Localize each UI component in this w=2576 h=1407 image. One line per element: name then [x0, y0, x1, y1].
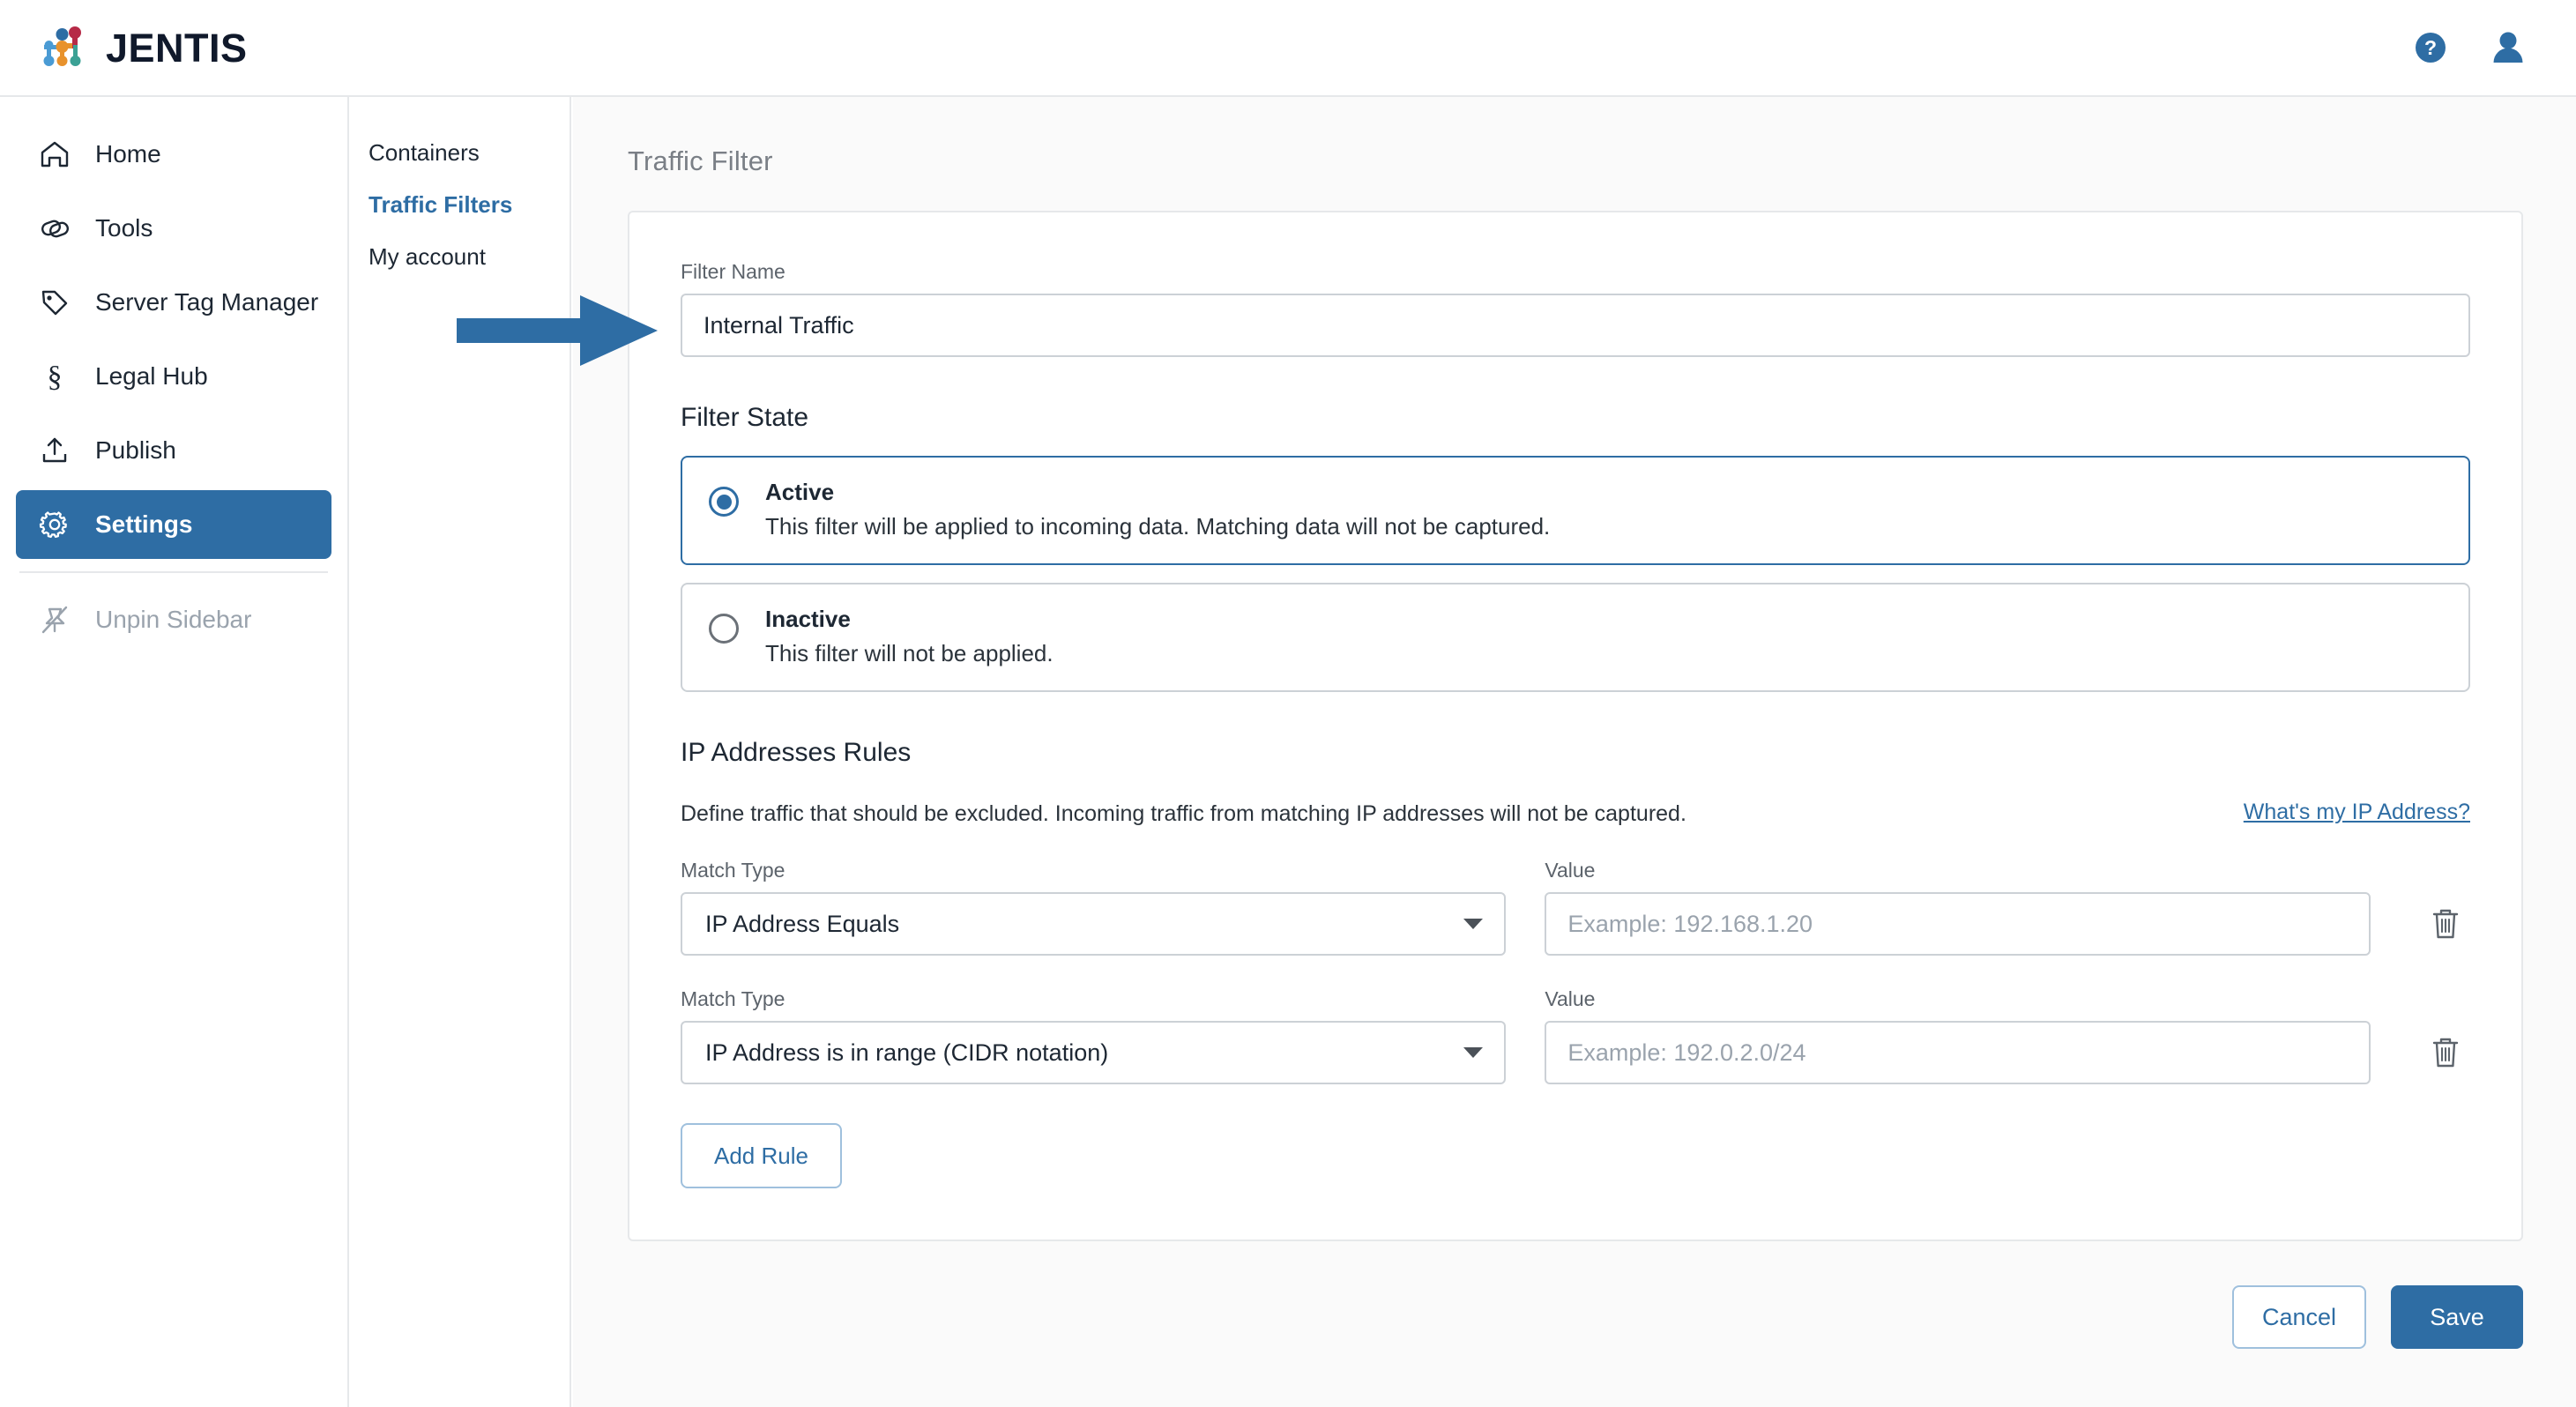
- sidebar-item-label: Legal Hub: [95, 362, 208, 391]
- radio-text-block: Active This filter will be applied to in…: [765, 479, 1550, 540]
- sidebar-item-label: Publish: [95, 436, 176, 465]
- match-type-group: Match Type IP Address Equals: [681, 859, 1506, 956]
- sidebar-divider: [19, 571, 328, 573]
- ip-rules-description: Define traffic that should be excluded. …: [681, 801, 1686, 827]
- sidebar-item-server-tag-manager[interactable]: Server Tag Manager: [16, 268, 331, 337]
- save-button[interactable]: Save: [2391, 1285, 2523, 1349]
- subnav-item-traffic-filters[interactable]: Traffic Filters: [369, 191, 570, 219]
- svg-text:§: §: [48, 361, 63, 393]
- match-type-label: Match Type: [681, 859, 1506, 882]
- chevron-down-icon: [1463, 1047, 1483, 1058]
- home-icon: [37, 137, 72, 172]
- sidebar-item-label: Server Tag Manager: [95, 288, 318, 316]
- delete-rule-button[interactable]: [2422, 892, 2470, 956]
- main-content: Traffic Filter Filter Name Internal Traf…: [573, 97, 2576, 1407]
- filter-name-group: Filter Name Internal Traffic: [681, 260, 2470, 357]
- value-group: Value Example: 192.168.1.20: [1545, 859, 2370, 956]
- sidebar-item-home[interactable]: Home: [16, 120, 331, 189]
- trash-icon: [2428, 1033, 2463, 1072]
- radio-description: This filter will be applied to incoming …: [765, 513, 1550, 540]
- sidebar-item-label: Tools: [95, 214, 153, 242]
- sidebar-item-publish[interactable]: Publish: [16, 416, 331, 485]
- traffic-filter-card: Filter Name Internal Traffic Filter Stat…: [628, 211, 2523, 1241]
- radio-option-active[interactable]: Active This filter will be applied to in…: [681, 456, 2470, 565]
- value-label: Value: [1545, 859, 2370, 882]
- match-type-value: IP Address Equals: [705, 911, 899, 938]
- filter-state-title: Filter State: [681, 403, 2470, 433]
- primary-sidebar: Home Tools Server Tag Manager § Legal Hu…: [0, 97, 349, 1407]
- radio-title: Inactive: [765, 606, 1053, 633]
- subnav-item-my-account[interactable]: My account: [369, 243, 570, 271]
- sidebar-item-label: Unpin Sidebar: [95, 606, 251, 634]
- match-type-select[interactable]: IP Address Equals: [681, 892, 1506, 956]
- value-input[interactable]: Example: 192.168.1.20: [1545, 892, 2370, 956]
- ip-rules-title: IP Addresses Rules: [681, 738, 2470, 768]
- add-rule-button[interactable]: Add Rule: [681, 1123, 842, 1188]
- brand-name: JENTIS: [106, 28, 248, 68]
- subnav-item-containers[interactable]: Containers: [369, 139, 570, 167]
- sidebar-item-tools[interactable]: Tools: [16, 194, 331, 263]
- radio-description: This filter will not be applied.: [765, 640, 1053, 667]
- radio-indicator-active[interactable]: [709, 487, 739, 517]
- jentis-logo-icon: [37, 24, 92, 71]
- whats-my-ip-link[interactable]: What's my IP Address?: [2244, 800, 2470, 827]
- sidebar-item-label: Settings: [95, 510, 192, 539]
- filter-name-label: Filter Name: [681, 260, 2470, 284]
- match-type-label: Match Type: [681, 987, 1506, 1011]
- sidebar-item-legal-hub[interactable]: § Legal Hub: [16, 342, 331, 411]
- app-header: JENTIS ?: [0, 0, 2576, 97]
- sidebar-item-label: Home: [95, 140, 161, 168]
- cancel-button[interactable]: Cancel: [2232, 1285, 2366, 1349]
- trash-icon: [2428, 904, 2463, 943]
- header-actions: ?: [2410, 26, 2542, 70]
- upload-icon: [37, 433, 72, 468]
- section-symbol-icon: §: [37, 359, 72, 394]
- ip-rules-header: Define traffic that should be excluded. …: [681, 791, 2470, 827]
- user-avatar-icon[interactable]: [2486, 26, 2530, 70]
- radio-title: Active: [765, 479, 1550, 506]
- sidebar-item-unpin-sidebar[interactable]: Unpin Sidebar: [16, 585, 331, 654]
- radio-indicator-inactive[interactable]: [709, 614, 739, 644]
- match-type-select[interactable]: IP Address is in range (CIDR notation): [681, 1021, 1506, 1084]
- radio-text-block: Inactive This filter will not be applied…: [765, 606, 1053, 667]
- delete-rule-button[interactable]: [2422, 1021, 2470, 1084]
- help-circle-icon[interactable]: ?: [2410, 27, 2451, 68]
- match-type-value: IP Address is in range (CIDR notation): [705, 1039, 1108, 1067]
- secondary-nav: Containers Traffic Filters My account: [349, 97, 571, 1407]
- chevron-down-icon: [1463, 919, 1483, 929]
- tag-icon: [37, 285, 72, 320]
- brand[interactable]: JENTIS: [37, 24, 248, 71]
- value-group: Value Example: 192.0.2.0/24: [1545, 987, 2370, 1084]
- value-input[interactable]: Example: 192.0.2.0/24: [1545, 1021, 2370, 1084]
- sidebar-item-settings[interactable]: Settings: [16, 490, 331, 559]
- filter-name-input[interactable]: Internal Traffic: [681, 294, 2470, 357]
- radio-option-inactive[interactable]: Inactive This filter will not be applied…: [681, 583, 2470, 692]
- radio-dot: [717, 495, 732, 510]
- page-title: Traffic Filter: [628, 145, 2523, 177]
- value-label: Value: [1545, 987, 2370, 1011]
- match-type-group: Match Type IP Address is in range (CIDR …: [681, 987, 1506, 1084]
- rule-row: Match Type IP Address is in range (CIDR …: [681, 987, 2470, 1084]
- gear-icon: [37, 507, 72, 542]
- rule-row: Match Type IP Address Equals Value Examp…: [681, 859, 2470, 956]
- svg-text:?: ?: [2424, 36, 2437, 59]
- form-footer: Cancel Save: [628, 1285, 2523, 1349]
- unpin-icon: [37, 602, 72, 637]
- link-chain-icon: [37, 211, 72, 246]
